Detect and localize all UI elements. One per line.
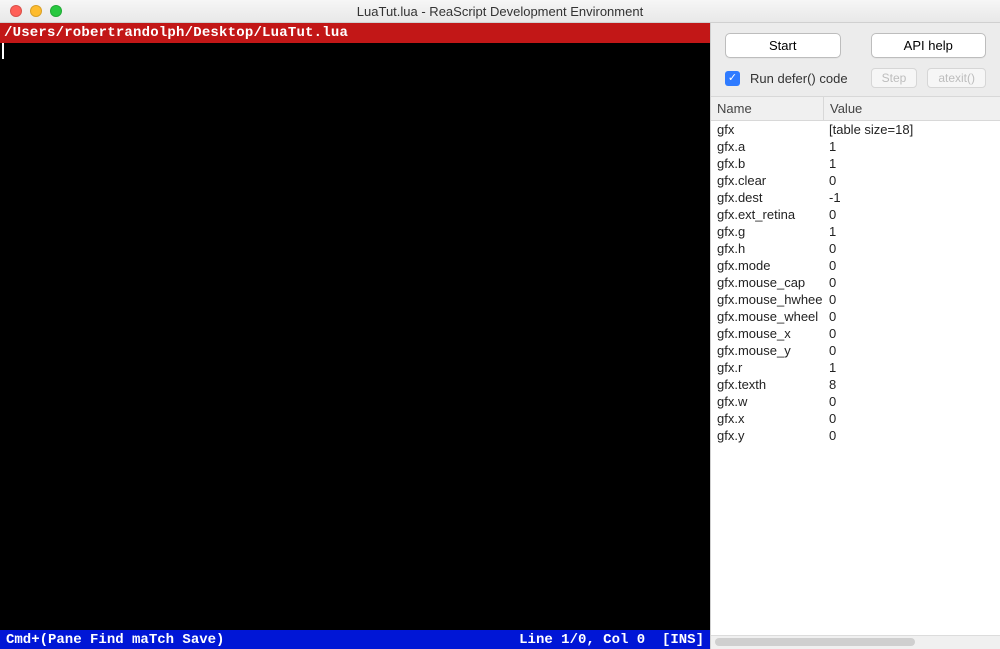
variable-name: gfx.dest (711, 190, 823, 205)
variable-name: gfx.texth (711, 377, 823, 392)
variable-name: gfx.r (711, 360, 823, 375)
variable-value: 0 (823, 343, 1000, 358)
api-help-button[interactable]: API help (871, 33, 987, 58)
variable-value: 0 (823, 173, 1000, 188)
scrollbar-thumb[interactable] (715, 638, 915, 646)
variable-value: 1 (823, 139, 1000, 154)
variable-name: gfx.mouse_hwheel (711, 292, 823, 307)
variable-value: 0 (823, 275, 1000, 290)
name-column-header[interactable]: Name (711, 97, 824, 120)
variable-row[interactable]: gfx.mode0 (711, 257, 1000, 274)
traffic-lights (0, 5, 62, 17)
variable-row[interactable]: gfx.texth8 (711, 376, 1000, 393)
debug-panel: Start API help ✓ Run defer() code Step a… (710, 23, 1000, 649)
zoom-icon[interactable] (50, 5, 62, 17)
variable-row[interactable]: gfx.w0 (711, 393, 1000, 410)
variable-row[interactable]: gfx.r1 (711, 359, 1000, 376)
run-defer-checkbox[interactable]: ✓ (725, 71, 740, 86)
variable-name: gfx.mouse_cap (711, 275, 823, 290)
variable-value: 0 (823, 394, 1000, 409)
editor-text-area[interactable] (0, 43, 710, 630)
variable-list[interactable]: gfx[table size=18]gfx.a1gfx.b1gfx.clear0… (711, 121, 1000, 635)
variable-value: [table size=18] (823, 122, 1000, 137)
start-button[interactable]: Start (725, 33, 841, 58)
variable-name: gfx (711, 122, 823, 137)
close-icon[interactable] (10, 5, 22, 17)
window-titlebar: LuaTut.lua - ReaScript Development Envir… (0, 0, 1000, 23)
window-title: LuaTut.lua - ReaScript Development Envir… (0, 4, 1000, 19)
variable-row[interactable]: gfx.x0 (711, 410, 1000, 427)
variable-value: 0 (823, 292, 1000, 307)
variable-value: -1 (823, 190, 1000, 205)
variable-row[interactable]: gfx.b1 (711, 155, 1000, 172)
variable-row[interactable]: gfx.dest-1 (711, 189, 1000, 206)
variable-name: gfx.h (711, 241, 823, 256)
variable-name: gfx.clear (711, 173, 823, 188)
variable-value: 8 (823, 377, 1000, 392)
variable-row[interactable]: gfx.y0 (711, 427, 1000, 444)
variable-value: 0 (823, 428, 1000, 443)
variable-name: gfx.mouse_y (711, 343, 823, 358)
top-button-row: Start API help (711, 23, 1000, 64)
variable-row[interactable]: gfx.h0 (711, 240, 1000, 257)
text-cursor (2, 43, 4, 59)
control-row: ✓ Run defer() code Step atexit() (711, 64, 1000, 96)
variable-value: 1 (823, 360, 1000, 375)
variable-value: 0 (823, 411, 1000, 426)
variable-value: 1 (823, 224, 1000, 239)
variable-name: gfx.mouse_x (711, 326, 823, 341)
run-defer-label: Run defer() code (750, 71, 848, 86)
value-column-header[interactable]: Value (824, 97, 1000, 120)
variable-row[interactable]: gfx.mouse_cap0 (711, 274, 1000, 291)
content-area: /Users/robertrandolph/Desktop/LuaTut.lua… (0, 23, 1000, 649)
variable-row[interactable]: gfx.mouse_y0 (711, 342, 1000, 359)
variable-table-header: Name Value (711, 96, 1000, 121)
variable-name: gfx.y (711, 428, 823, 443)
variable-name: gfx.ext_retina (711, 207, 823, 222)
variable-value: 0 (823, 326, 1000, 341)
atexit-button[interactable]: atexit() (927, 68, 986, 88)
variable-row[interactable]: gfx.ext_retina0 (711, 206, 1000, 223)
variable-row[interactable]: gfx.mouse_wheel0 (711, 308, 1000, 325)
variable-value: 0 (823, 258, 1000, 273)
variable-name: gfx.x (711, 411, 823, 426)
code-editor: /Users/robertrandolph/Desktop/LuaTut.lua… (0, 23, 710, 649)
variable-row[interactable]: gfx.clear0 (711, 172, 1000, 189)
variable-value: 0 (823, 207, 1000, 222)
variable-row[interactable]: gfx.a1 (711, 138, 1000, 155)
variable-row[interactable]: gfx.mouse_x0 (711, 325, 1000, 342)
variable-row[interactable]: gfx.g1 (711, 223, 1000, 240)
minimize-icon[interactable] (30, 5, 42, 17)
status-shortcuts: Cmd+(Pane Find maTch Save) (6, 632, 224, 648)
horizontal-scrollbar[interactable] (711, 635, 1000, 649)
variable-name: gfx.w (711, 394, 823, 409)
variable-name: gfx.mode (711, 258, 823, 273)
file-path-bar: /Users/robertrandolph/Desktop/LuaTut.lua (0, 23, 710, 43)
variable-name: gfx.g (711, 224, 823, 239)
step-button[interactable]: Step (871, 68, 918, 88)
variable-value: 1 (823, 156, 1000, 171)
variable-name: gfx.mouse_wheel (711, 309, 823, 324)
variable-row[interactable]: gfx[table size=18] (711, 121, 1000, 138)
variable-value: 0 (823, 241, 1000, 256)
variable-value: 0 (823, 309, 1000, 324)
variable-row[interactable]: gfx.mouse_hwheel0 (711, 291, 1000, 308)
variable-name: gfx.b (711, 156, 823, 171)
editor-status-bar: Cmd+(Pane Find maTch Save) Line 1/0, Col… (0, 630, 710, 649)
status-position: Line 1/0, Col 0 [INS] (519, 632, 704, 648)
variable-name: gfx.a (711, 139, 823, 154)
